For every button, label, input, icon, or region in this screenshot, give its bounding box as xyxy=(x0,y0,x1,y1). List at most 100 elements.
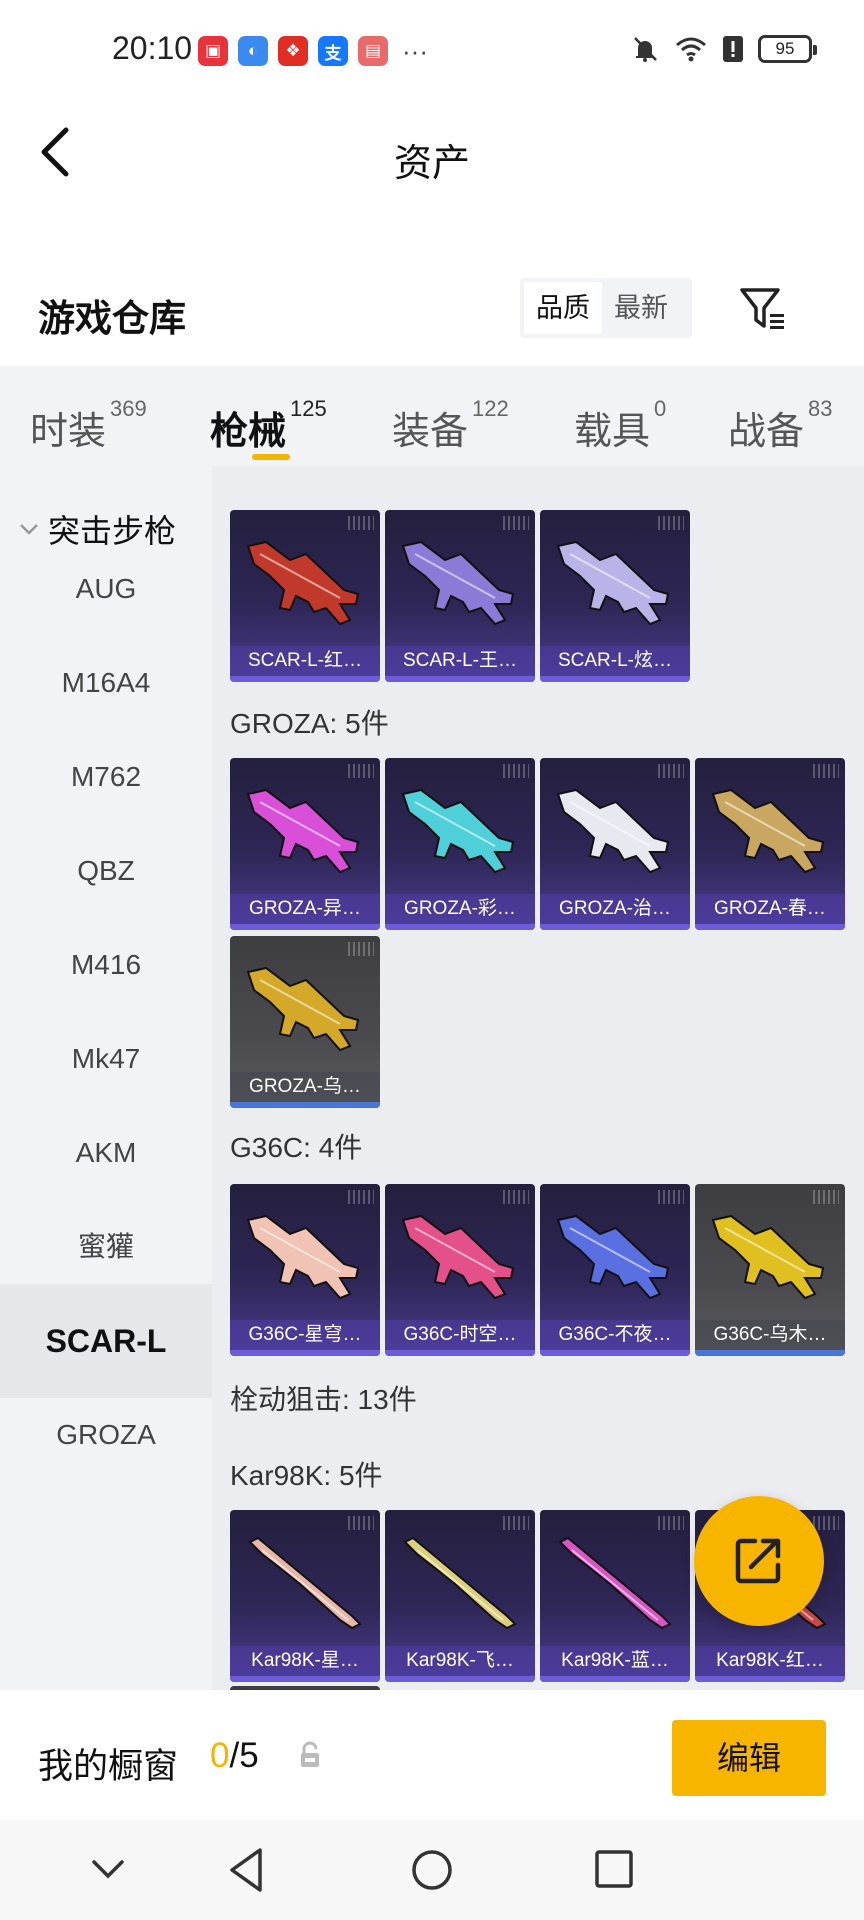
showcase-bar: 我的橱窗 0/5 编辑 xyxy=(0,1690,864,1820)
weapon-card[interactable]: GROZA-治… xyxy=(540,758,690,930)
share-button[interactable] xyxy=(694,1496,824,1626)
rarity-bar xyxy=(540,1350,690,1356)
weapon-card[interactable]: SCAR-L-红… xyxy=(230,510,380,682)
tab-supplies[interactable]: 战备83 xyxy=(728,396,833,455)
rarity-bar xyxy=(385,1676,535,1682)
weapon-card-name: SCAR-L-王… xyxy=(385,646,535,676)
assault-rifle-icon xyxy=(401,1214,515,1300)
weapon-card[interactable]: G36C-乌木… xyxy=(695,1184,845,1356)
weapon-card[interactable]: GROZA-乌… xyxy=(230,936,380,1108)
showcase-current: 0 xyxy=(210,1736,230,1775)
more-notifications-indicator: ··· xyxy=(402,36,428,66)
title-bar: 资产 xyxy=(0,100,864,210)
section-header: 游戏仓库 品质 最新 xyxy=(0,268,864,364)
assault-rifle-icon xyxy=(401,788,515,874)
weapon-card-name: GROZA-乌… xyxy=(230,1072,380,1102)
back-triangle-icon[interactable] xyxy=(224,1844,268,1896)
weapon-card-name: Kar98K-蓝… xyxy=(540,1646,690,1676)
group-heading: G36C: 4件 xyxy=(230,1132,363,1163)
page-title: 资产 xyxy=(393,143,470,185)
rarity-bar xyxy=(385,924,535,930)
tab-count: 122 xyxy=(472,396,509,421)
group-heading: GROZA: 5件 xyxy=(230,708,389,739)
weapon-card[interactable]: GROZA-春… xyxy=(695,758,845,930)
assault-rifle-icon xyxy=(246,540,360,626)
recents-square-icon[interactable] xyxy=(592,1844,636,1896)
active-tab-indicator xyxy=(252,454,290,460)
weapon-card-name: SCAR-L-红… xyxy=(230,646,380,676)
rarity-bar xyxy=(695,924,845,930)
filter-icon[interactable] xyxy=(738,284,790,336)
showcase-count: 0/5 xyxy=(210,1736,259,1776)
sidebar-item-groza[interactable]: GROZA xyxy=(0,1378,212,1492)
assault-rifle-icon xyxy=(556,1214,670,1300)
showcase-total: /5 xyxy=(229,1736,259,1775)
assault-rifle-icon xyxy=(711,788,825,874)
tab-label: 时装 xyxy=(30,411,107,453)
weapon-card[interactable]: G36C-时空… xyxy=(385,1184,535,1356)
sniper-rifle-icon xyxy=(558,1536,672,1630)
chevron-down-icon[interactable] xyxy=(88,1844,128,1896)
rarity-bar xyxy=(230,1350,380,1356)
mute-bell-icon xyxy=(634,37,657,62)
weapon-card[interactable]: Kar98K-星… xyxy=(230,1510,380,1682)
browser-icon: ◐ xyxy=(238,36,268,66)
weapon-card[interactable]: G36C-星穹… xyxy=(230,1184,380,1356)
sort-quality-option[interactable]: 品质 xyxy=(524,282,602,334)
weapon-card-name: GROZA-治… xyxy=(540,894,690,924)
weapon-card[interactable]: SCAR-L-王… xyxy=(385,510,535,682)
weapon-card-name: GROZA-春… xyxy=(695,894,845,924)
weapon-card[interactable]: Kar98K-蓝… xyxy=(540,1510,690,1682)
sort-newest-option[interactable]: 最新 xyxy=(602,282,680,334)
status-indicators: 95 xyxy=(630,34,817,64)
weapon-type-sidebar: 突击步枪 AUG M16A4 M762 QBZ M416 Mk47 AKM 蜜獾 SCAR-L G… xyxy=(0,466,212,1690)
tab-count: 369 xyxy=(110,396,147,421)
group-heading: Kar98K: 5件 xyxy=(230,1460,383,1491)
pinduoduo-icon: ❖ xyxy=(278,36,308,66)
alert-icon xyxy=(723,36,743,62)
weapon-card-name: G36C-星穹… xyxy=(230,1320,380,1350)
assault-rifle-icon xyxy=(401,540,515,626)
weapon-card[interactable]: GROZA-彩… xyxy=(385,758,535,930)
tab-label: 战备 xyxy=(728,411,805,453)
assault-rifle-icon xyxy=(556,540,670,626)
tab-count: 0 xyxy=(654,396,667,421)
weapon-card[interactable]: SCAR-L-炫… xyxy=(540,510,690,682)
tab-equipment[interactable]: 装备122 xyxy=(392,396,509,455)
assault-rifle-icon xyxy=(246,966,360,1052)
tab-fashion[interactable]: 时装369 xyxy=(30,396,147,455)
weapon-card-name: Kar98K-红… xyxy=(695,1646,845,1676)
huawei-mall-icon: ▣ xyxy=(198,36,228,66)
rarity-bar xyxy=(230,924,380,930)
sort-toggle: 品质 最新 xyxy=(520,278,692,338)
edit-button[interactable]: 编辑 xyxy=(672,1720,826,1796)
rarity-bar xyxy=(230,1102,380,1108)
weapon-card-name: Kar98K-星… xyxy=(230,1646,380,1676)
rarity-bar xyxy=(540,1676,690,1682)
weapon-card[interactable]: G36C-不夜… xyxy=(540,1184,690,1356)
showcase-label: 我的橱窗 xyxy=(38,1747,179,1786)
assault-rifle-icon xyxy=(711,1214,825,1300)
tab-vehicles[interactable]: 载具0 xyxy=(574,396,666,455)
tab-count: 83 xyxy=(808,396,833,421)
weapon-card-name: GROZA-彩… xyxy=(385,894,535,924)
tab-label: 装备 xyxy=(392,411,469,453)
wifi-icon xyxy=(676,37,706,62)
status-bar: 20:10 ▣ ◐ ❖ 支 ▤ ··· 95 xyxy=(0,0,864,100)
lock-icon xyxy=(301,1741,319,1767)
rarity-bar xyxy=(540,924,690,930)
tab-label: 载具 xyxy=(574,411,651,453)
rarity-bar xyxy=(540,676,690,682)
weapon-card[interactable]: Kar98K-飞… xyxy=(385,1510,535,1682)
assault-rifle-icon xyxy=(246,1214,360,1300)
tab-count: 125 xyxy=(290,396,327,421)
weapon-card[interactable]: GROZA-异… xyxy=(230,758,380,930)
tab-firearms[interactable]: 枪械125 xyxy=(210,396,327,455)
tab-label: 枪械 xyxy=(210,411,287,453)
home-circle-icon[interactable] xyxy=(408,1844,456,1896)
rarity-bar xyxy=(385,676,535,682)
weapon-card-name: SCAR-L-炫… xyxy=(540,646,690,676)
category-tabs: 时装369 枪械125 装备122 载具0 战备83 xyxy=(0,366,864,466)
share-export-icon xyxy=(735,1538,781,1584)
sniper-rifle-icon xyxy=(248,1536,362,1630)
